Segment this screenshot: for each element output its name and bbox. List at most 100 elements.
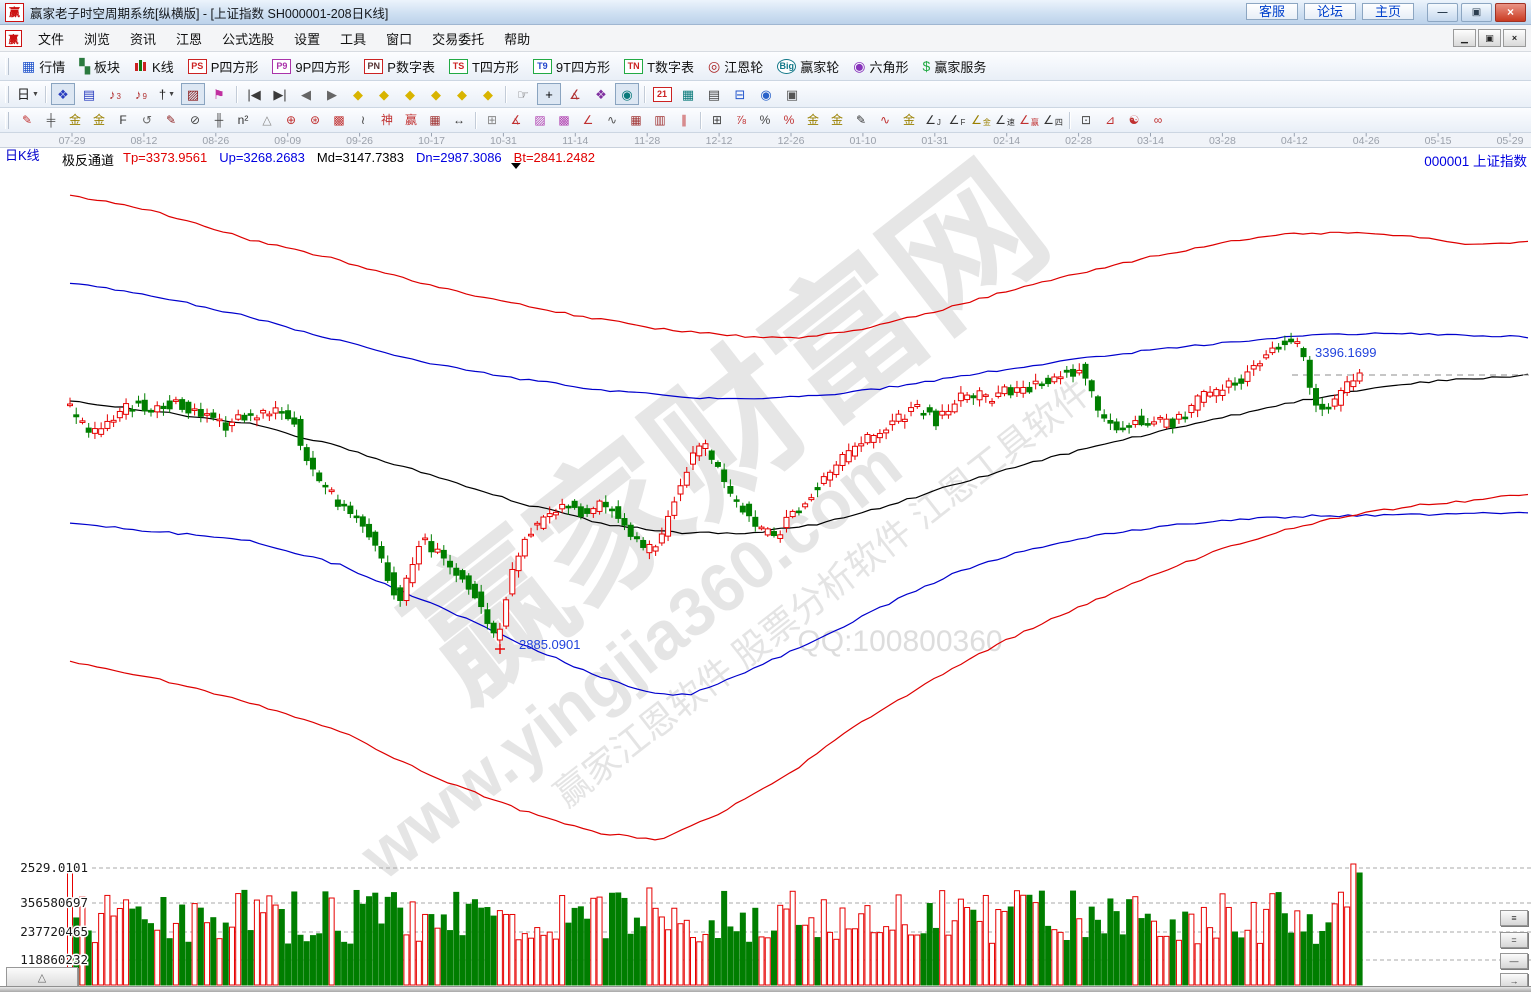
cycle-9-tool[interactable]: ♪ 9: [129, 83, 153, 105]
shen-tool[interactable]: 神: [376, 110, 398, 130]
menu-窗口[interactable]: 窗口: [376, 26, 422, 51]
numbered-grid-tool[interactable]: ▦: [424, 110, 446, 130]
workstation-tool[interactable]: ▣: [780, 83, 804, 105]
n-square-tool[interactable]: n²: [232, 110, 254, 130]
winner-service-button[interactable]: $ 赢家服务: [923, 57, 987, 76]
angle-speed-tool[interactable]: ∠ 速: [994, 110, 1016, 130]
nav-first-button[interactable]: |◀: [242, 83, 266, 105]
nav-last-button[interactable]: ▶|: [268, 83, 292, 105]
dense-grid-b-tool[interactable]: ▥: [649, 110, 671, 130]
dense-grid-a-tool[interactable]: ▦: [625, 110, 647, 130]
calendar-tool[interactable]: 21: [650, 83, 674, 105]
mdi-minimize-button[interactable]: ▁: [1453, 29, 1476, 47]
cycle-3-tool[interactable]: ♪ 3: [103, 83, 127, 105]
menu-文件[interactable]: 文件: [28, 26, 74, 51]
gann-diamond-5[interactable]: ◆: [450, 83, 474, 105]
fan-lines-tool[interactable]: ∡: [505, 110, 527, 130]
draw-pen-tool[interactable]: ✎: [16, 110, 38, 130]
forum-button[interactable]: 论坛: [1303, 3, 1356, 20]
red-grid-tool[interactable]: ▩: [328, 110, 350, 130]
p-square-button[interactable]: PS P四方形: [187, 57, 258, 76]
yinyang-tool[interactable]: ☯: [1123, 110, 1145, 130]
wave-tool[interactable]: ∿: [601, 110, 623, 130]
ink-pen-tool[interactable]: ✎: [850, 110, 872, 130]
candle-type-dropdown[interactable]: † ▼: [155, 83, 179, 105]
angle-gold-tool[interactable]: ∠ 金: [970, 110, 992, 130]
vol-scale-3-button[interactable]: ≡: [1500, 910, 1528, 926]
gold-circle-tool[interactable]: 金: [802, 110, 824, 130]
kline-button[interactable]: K线: [134, 57, 174, 76]
support-button[interactable]: 客服: [1245, 3, 1298, 20]
scale-bars-tool[interactable]: ⊞: [706, 110, 728, 130]
gann-diamond-6[interactable]: ◆: [476, 83, 500, 105]
mdi-close-button[interactable]: ×: [1503, 29, 1526, 47]
angle-j-tool[interactable]: ∠ J: [922, 110, 944, 130]
restore-button[interactable]: ▣: [1461, 2, 1492, 22]
gann-diamond-2[interactable]: ◆: [372, 83, 396, 105]
parallel-lines-tool[interactable]: ∥: [673, 110, 695, 130]
spiral-tool[interactable]: ↺: [136, 110, 158, 130]
web-sync-tool[interactable]: ◉: [754, 83, 778, 105]
menu-设置[interactable]: 设置: [284, 26, 330, 51]
t9-square-button[interactable]: T9 9T四方形: [532, 57, 610, 76]
gann-diamond-1[interactable]: ◆: [346, 83, 370, 105]
kline-mark-tool[interactable]: ≀: [352, 110, 374, 130]
span-tool[interactable]: ↔: [448, 110, 470, 130]
blue-pattern-tool[interactable]: ❖: [51, 83, 75, 105]
gann-diamond-4[interactable]: ◆: [424, 83, 448, 105]
gold-grid-a-tool[interactable]: 金: [64, 110, 86, 130]
mini-chart-tool[interactable]: ⊿: [1099, 110, 1121, 130]
radial-web-tool[interactable]: ⊛: [304, 110, 326, 130]
percent-line-tool[interactable]: %: [778, 110, 800, 130]
knot-tool[interactable]: ❖: [589, 83, 613, 105]
crosshair-tool[interactable]: +: [537, 83, 561, 105]
gann-diamond-3[interactable]: ◆: [398, 83, 422, 105]
t-table-button[interactable]: TN T数字表: [624, 57, 694, 76]
color-bar-tool[interactable]: ⚑: [207, 83, 231, 105]
grid-highlight-tool[interactable]: ⊡: [1075, 110, 1097, 130]
nav-prev-button[interactable]: ◀: [294, 83, 318, 105]
angle-four-tool[interactable]: ∠ 四: [1042, 110, 1064, 130]
marker-pen-tool[interactable]: ✎: [160, 110, 182, 130]
cycle-circle-tool[interactable]: ⊘: [184, 110, 206, 130]
gold-grid-b-tool[interactable]: 金: [88, 110, 110, 130]
menu-浏览[interactable]: 浏览: [74, 26, 120, 51]
menu-交易委托[interactable]: 交易委托: [422, 26, 494, 51]
percent-tool[interactable]: %: [754, 110, 776, 130]
t-square-button[interactable]: TS T四方形: [448, 57, 519, 76]
infinity-tool[interactable]: ∞: [1147, 110, 1169, 130]
calculator-tool[interactable]: ▦: [676, 83, 700, 105]
save-tool[interactable]: ⊟: [728, 83, 752, 105]
target-tool[interactable]: ⊕: [280, 110, 302, 130]
gold-under-tool[interactable]: 金: [898, 110, 920, 130]
compass-tool[interactable]: △: [256, 110, 278, 130]
vol-scale-1-button[interactable]: —: [1500, 953, 1528, 969]
mdi-system-icon[interactable]: 赢: [5, 29, 22, 47]
ruler-grid-tool[interactable]: ╫: [208, 110, 230, 130]
grid-tool[interactable]: ╪: [40, 110, 62, 130]
sectors-button[interactable]: ▚ 板块: [79, 57, 120, 76]
menu-资讯[interactable]: 资讯: [120, 26, 166, 51]
p-table-button[interactable]: PN P数字表: [364, 57, 435, 76]
winner-wheel-button[interactable]: Big 赢家轮: [777, 57, 839, 76]
red-pattern-tool[interactable]: ▨: [181, 83, 205, 105]
hand-tool[interactable]: ☞: [511, 83, 535, 105]
ying-tool[interactable]: 赢: [400, 110, 422, 130]
angle-ying-tool[interactable]: ∠ 赢: [1018, 110, 1040, 130]
vol-scale-2-button[interactable]: =: [1500, 932, 1528, 948]
seven-eighths-tool[interactable]: ⅞: [730, 110, 752, 130]
close-button[interactable]: ×: [1495, 2, 1526, 22]
trend-angle-tool[interactable]: ∠: [577, 110, 599, 130]
menu-工具[interactable]: 工具: [330, 26, 376, 51]
angle-tool[interactable]: ∡: [563, 83, 587, 105]
quotes-button[interactable]: ▦ 行情: [22, 57, 65, 76]
info-list-tool[interactable]: ▤: [77, 83, 101, 105]
kline-style-dropdown[interactable]: 日 ▼: [16, 83, 40, 105]
price-volume-chart[interactable]: 07-29 08-12 08-26 09-09 09-26 10-17 10-31 11-14…: [0, 133, 1531, 987]
fan-grid-a-tool[interactable]: ▨: [529, 110, 551, 130]
mdi-restore-button[interactable]: ▣: [1478, 29, 1501, 47]
gold-wave-tool[interactable]: ∿: [874, 110, 896, 130]
notes-tool[interactable]: ▤: [702, 83, 726, 105]
gold-levels-tool[interactable]: 金: [826, 110, 848, 130]
menu-公式选股[interactable]: 公式选股: [212, 26, 284, 51]
